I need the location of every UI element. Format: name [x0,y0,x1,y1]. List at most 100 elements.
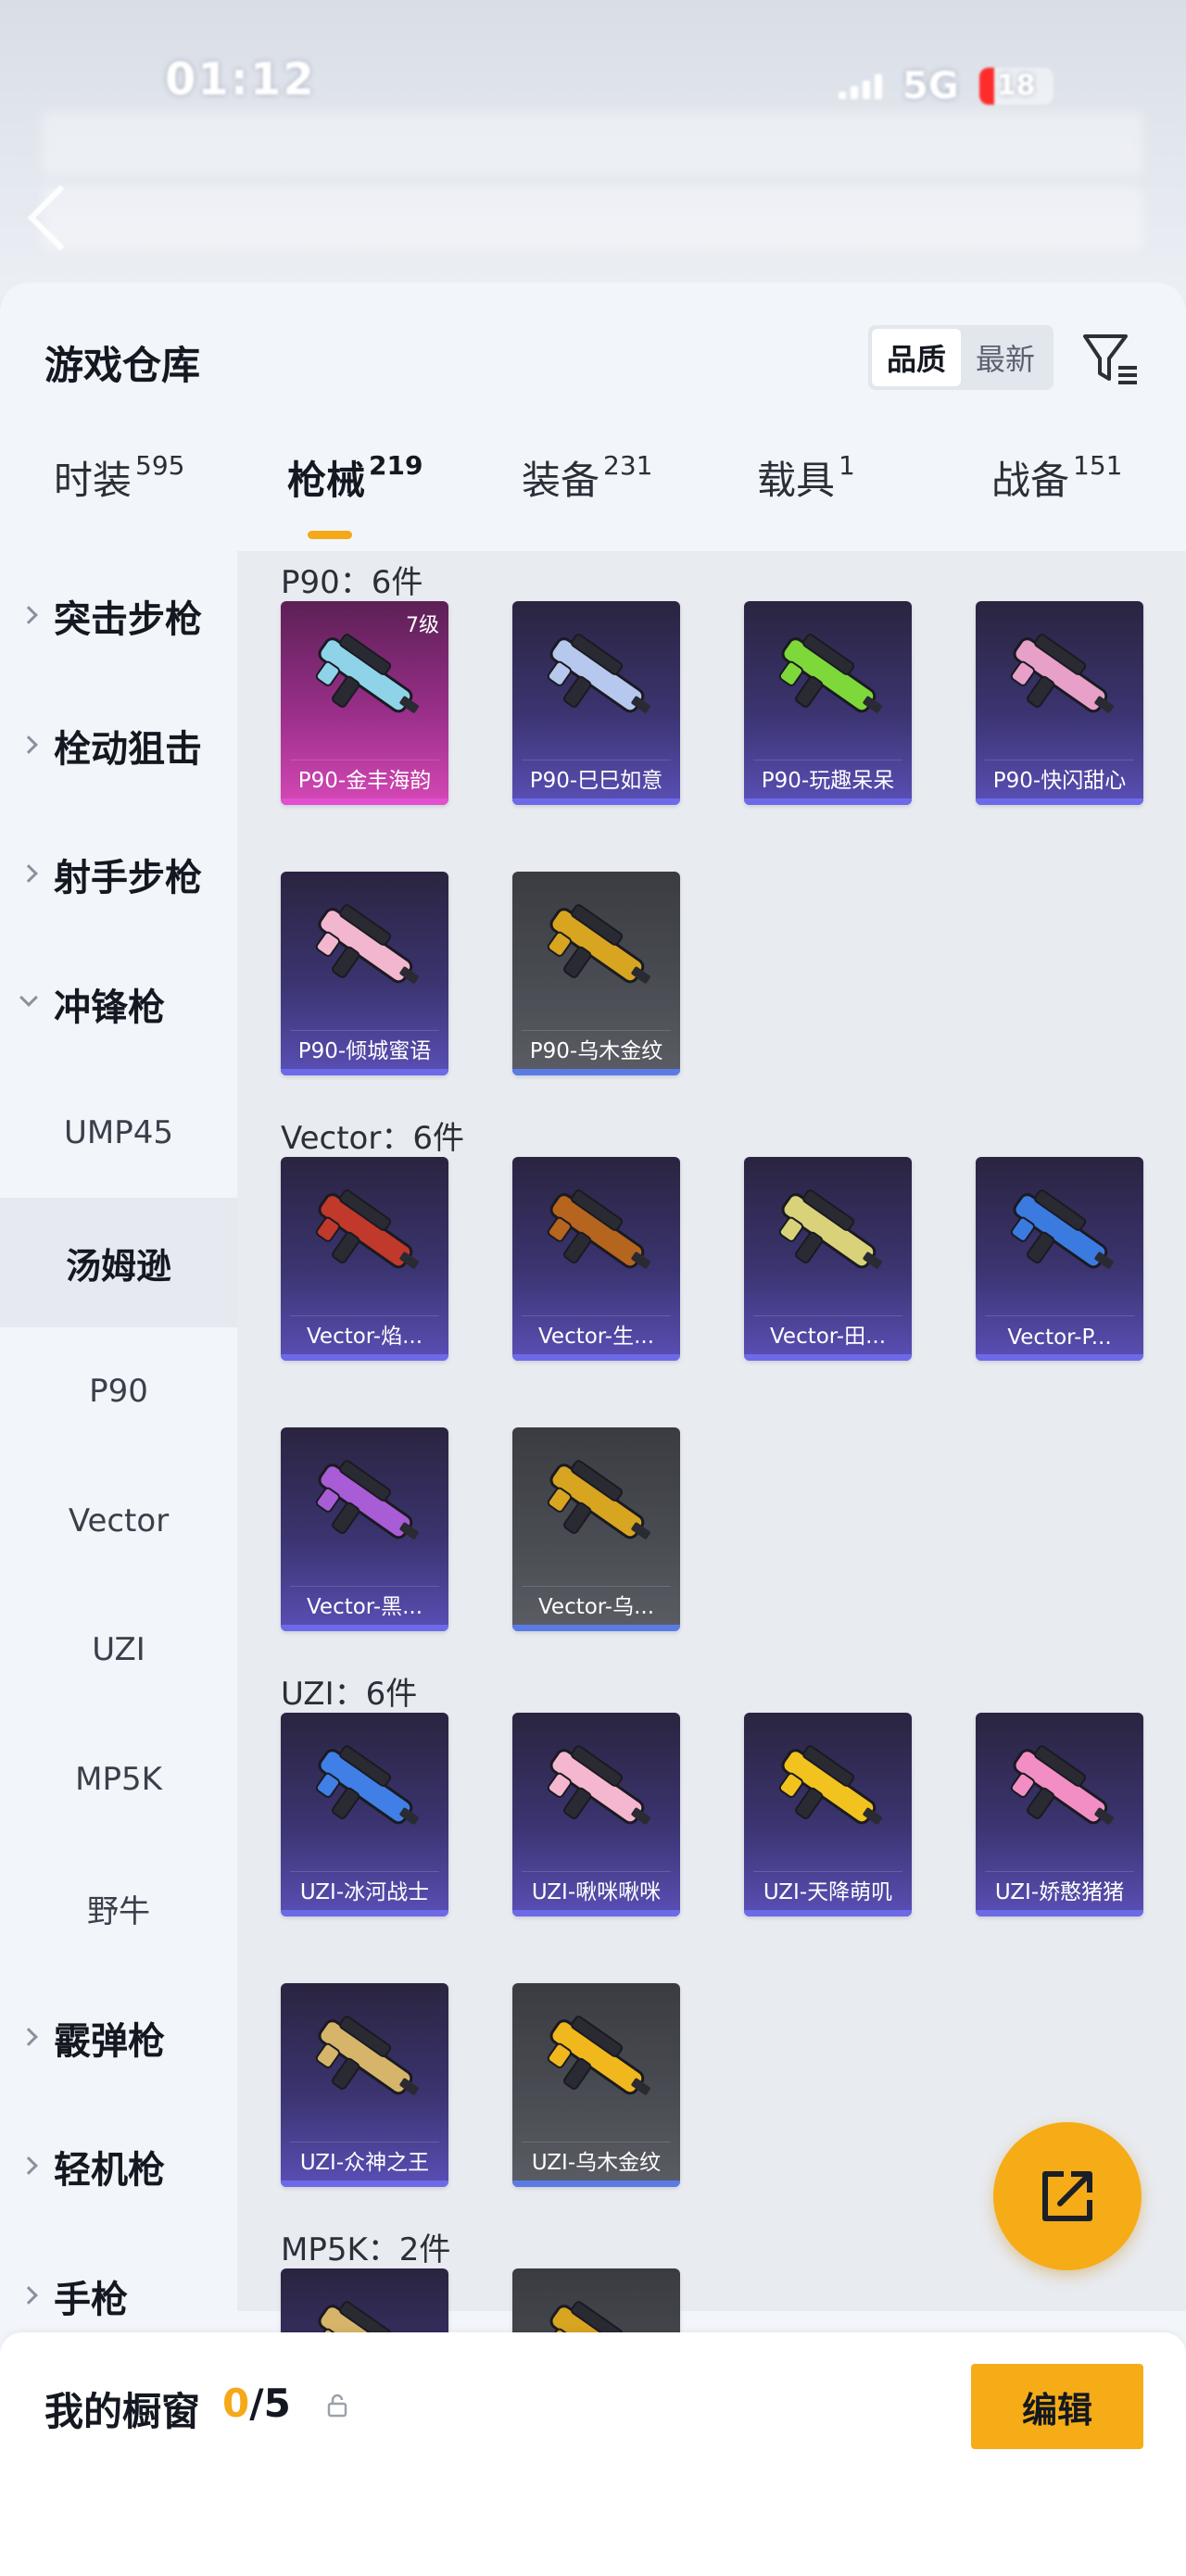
sidebar-item[interactable]: 栓动狙击 [0,681,237,810]
sidebar-item[interactable]: Vector [0,1456,237,1586]
tab-supplies[interactable]: 战备 151 [991,449,1122,506]
weapon-skin-name: Vector-黑... [306,1595,423,1619]
sidebar-item[interactable]: 野牛 [0,1843,237,1973]
weapon-image-icon [1010,1745,1114,1825]
sidebar-item[interactable]: 霰弹枪 [0,1973,237,2103]
chevron-right-icon [19,2156,38,2175]
weapon-skin-card[interactable]: P90-巳巳如意 [512,601,680,805]
status-time: 01:12 [165,54,316,106]
weapon-skin-card[interactable]: Vector-生... [512,1157,680,1361]
rarity-bar [744,798,912,805]
card-divider [290,1030,439,1031]
sidebar-item[interactable]: MP5K [0,1715,237,1844]
sidebar-item[interactable]: 冲锋枪 [0,939,237,1069]
weapon-skin-card[interactable]: 7级 P90-金丰海韵 [281,601,448,805]
weapon-skin-card[interactable]: Vector-焰... [281,1157,448,1361]
group-title: Vector：6件 [281,1120,464,1157]
sort-option-quality[interactable]: 品质 [872,329,961,386]
tab-equipment[interactable]: 装备 231 [522,449,652,506]
chevron-right-icon [19,2028,38,2046]
weapon-skin-card[interactable]: P90-乌木金纹 [512,872,680,1075]
sidebar-item-label: P90 [89,1373,148,1410]
sidebar-item-label: 射手步枪 [54,857,202,899]
showcase-current: 0 [222,2381,250,2426]
weapon-skin-card[interactable]: UZI-天降萌叽 [744,1713,912,1916]
tab-label: 装备 [522,458,600,503]
sidebar-item[interactable]: UMP45 [0,1068,237,1198]
sort-toggle[interactable]: 品质 最新 [868,325,1054,390]
sidebar-item-label: UMP45 [64,1114,173,1151]
share-icon [1042,2171,1092,2221]
weapon-image-icon [778,1745,882,1825]
weapon-skin-name: UZI-娇憨猪猪 [994,1880,1125,1904]
weapon-skin-card[interactable]: P90-玩趣呆呆 [744,601,912,805]
weapon-skin-name: Vector-焰... [306,1325,423,1349]
rarity-bar [281,1069,448,1075]
weapon-skin-card[interactable]: Vector-P... [976,1157,1143,1361]
weapon-skin-name: Vector-乌... [537,1595,655,1619]
card-divider [522,1315,671,1316]
weapon-image-icon [315,1460,419,1539]
card-divider [753,1315,902,1316]
rarity-bar [976,798,1143,805]
category-tabs: 时装 595 枪械 219 装备 231 载具 1 战备 151 [0,449,1186,551]
rarity-bar [744,1354,912,1361]
weapon-skin-name: P90-巳巳如意 [529,769,663,793]
blurred-background-status-area: 01:12 5G 18 [0,0,1186,296]
showcase-panel: 我的橱窗 0/5 编辑 [0,2332,1186,2576]
card-divider [985,1871,1134,1872]
weapon-grid: P90：6件 7级 P90-金丰海韵 P90-巳巳如意 P90-玩趣呆呆 P90-快闪甜心… [237,551,1186,2472]
tab-count: 219 [369,450,423,481]
weapon-category-sidebar: 突击步枪栓动狙击射手步枪冲锋枪 UMP45 汤姆逊 P90 Vector UZI MP5K 野… [0,551,237,2404]
weapon-skin-card[interactable]: UZI-娇憨猪猪 [976,1713,1143,1916]
rarity-bar [281,1910,448,1916]
edit-button[interactable]: 编辑 [971,2364,1143,2449]
sort-option-newest[interactable]: 最新 [961,329,1050,386]
sidebar-item[interactable]: 突击步枪 [0,551,237,681]
rarity-bar [512,1625,680,1631]
tab-firearms[interactable]: 枪械 219 [287,449,423,506]
weapon-skin-card[interactable]: P90-倾城蜜语 [281,872,448,1075]
signal-icon [839,73,882,99]
weapon-skin-card[interactable]: P90-快闪甜心 [976,601,1143,805]
chevron-right-icon [19,606,38,624]
chevron-down-icon [19,988,38,1007]
weapon-image-icon [547,904,650,984]
sidebar-item[interactable]: P90 [0,1326,237,1456]
sidebar-item-label: 突击步枪 [54,598,202,641]
weapon-skin-card[interactable]: UZI-冰河战士 [281,1713,448,1916]
weapon-skin-card[interactable]: Vector-田... [744,1157,912,1361]
weapon-skin-card[interactable]: Vector-黑... [281,1427,448,1631]
sidebar-item[interactable]: 轻机枪 [0,2102,237,2231]
weapon-skin-card[interactable]: Vector-乌... [512,1427,680,1631]
weapon-image-icon [1010,634,1114,713]
sidebar-item[interactable]: 汤姆逊 [0,1198,237,1327]
tab-count: 151 [1073,450,1123,481]
weapon-skin-name: UZI-冰河战士 [299,1880,430,1904]
chevron-right-icon [19,735,38,754]
weapon-skin-card[interactable]: UZI-众神之王 [281,1983,448,2187]
blurred-row [42,111,1144,176]
tab-fashion[interactable]: 时装 595 [54,449,184,506]
sidebar-item[interactable]: 射手步枪 [0,810,237,939]
sidebar-item-label: Vector [68,1502,170,1539]
card-divider [290,1586,439,1587]
group-title: UZI：6件 [281,1676,418,1713]
tab-count: 1 [839,450,855,481]
share-button[interactable] [993,2122,1142,2270]
sheet-header: 游戏仓库 品质 最新 [0,283,1186,403]
weapon-skin-name: Vector-田... [769,1325,887,1349]
tab-count: 595 [135,450,185,481]
status-indicators: 5G 18 [839,65,1054,107]
weapon-skin-card[interactable]: UZI-啾咪啾咪 [512,1713,680,1916]
filter-icon[interactable] [1078,327,1142,392]
tab-count: 231 [603,450,653,481]
weapon-skin-card[interactable]: UZI-乌木金纹 [512,1983,680,2187]
sidebar-item[interactable]: UZI [0,1585,237,1715]
weapon-image-icon [547,634,650,713]
tab-vehicles[interactable]: 载具 1 [757,449,855,506]
chevron-right-icon [19,864,38,883]
active-tab-indicator [308,531,352,539]
weapon-skin-name: P90-金丰海韵 [297,769,432,793]
rarity-bar [976,1910,1143,1916]
